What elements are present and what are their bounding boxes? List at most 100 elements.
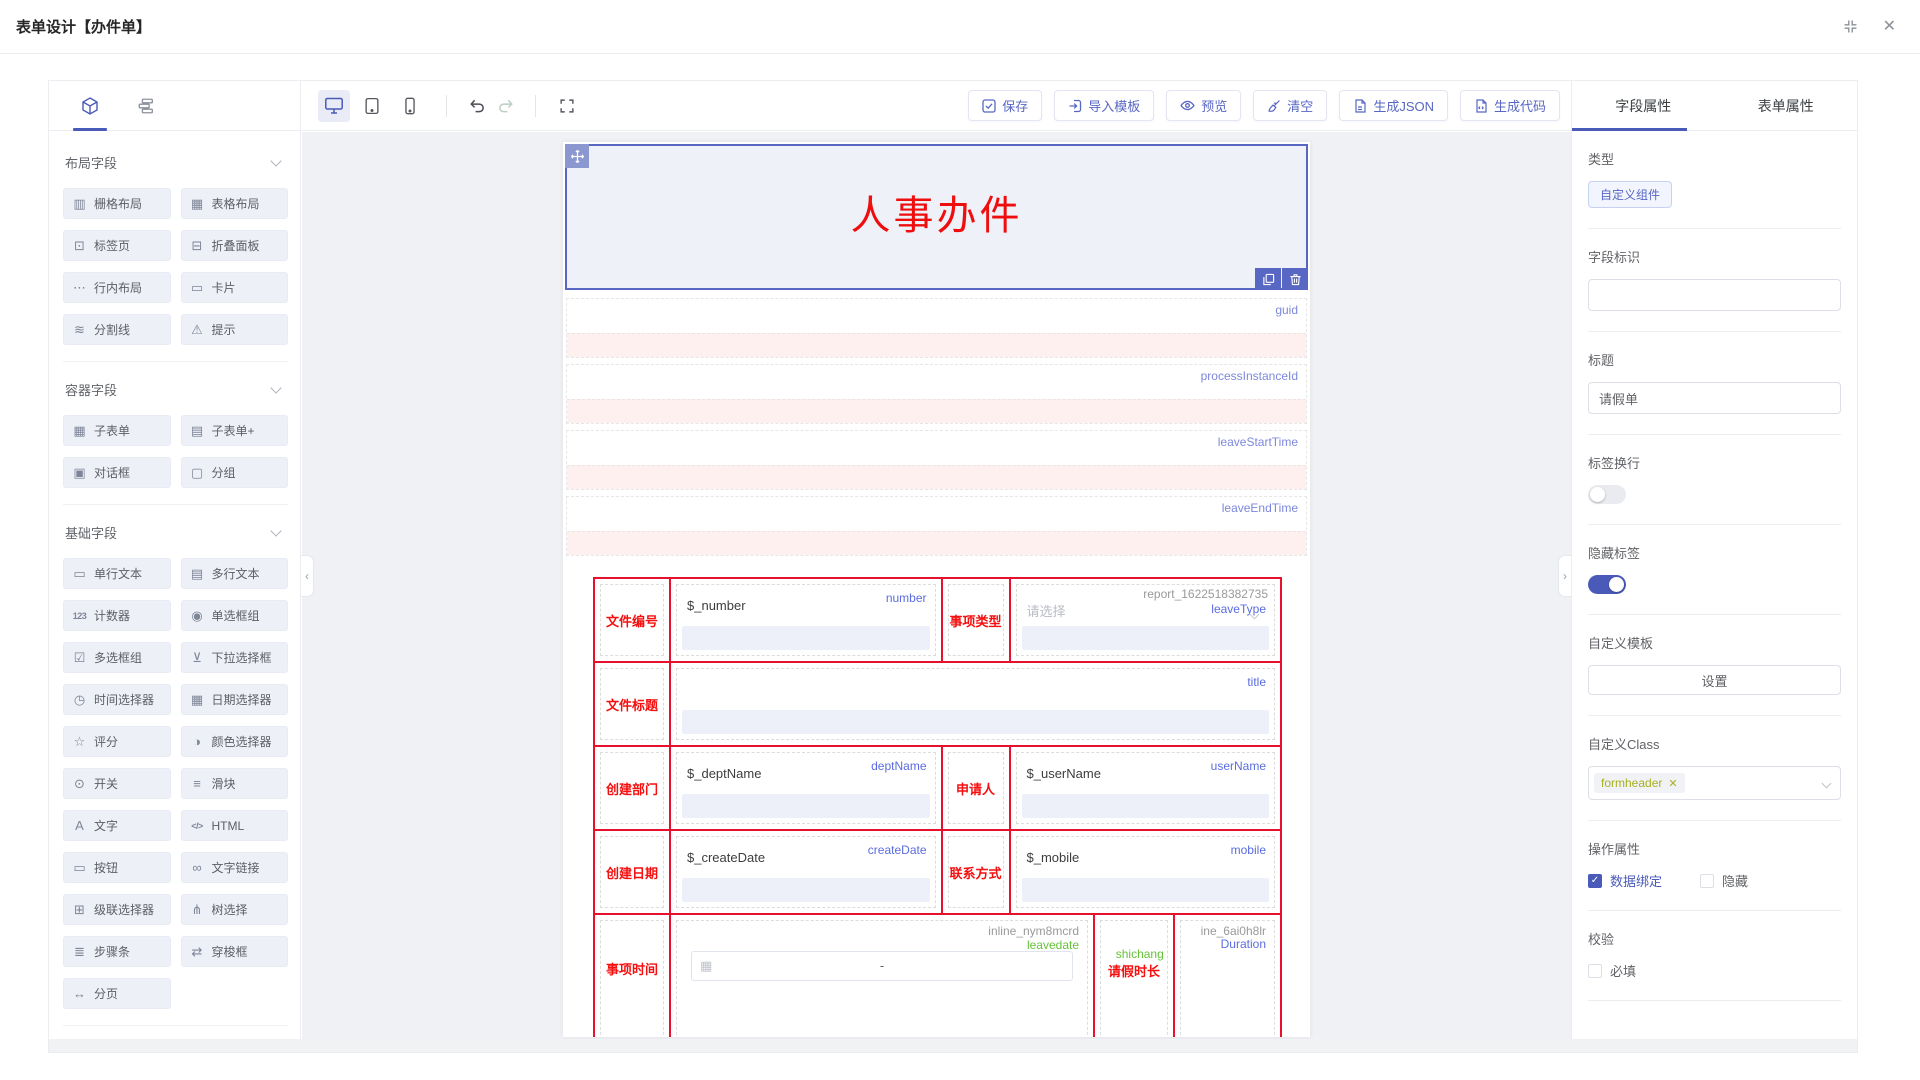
palette-item-dialog[interactable]: ▣对话框 xyxy=(63,457,171,488)
palette-item-alert[interactable]: ⚠提示 xyxy=(181,314,289,345)
fullscreen-button[interactable] xyxy=(552,91,582,121)
close-icon[interactable]: ✕ xyxy=(1883,19,1896,35)
label-cell[interactable]: 创建部门 xyxy=(593,747,671,829)
collapse-left-panel-handle[interactable]: ‹ xyxy=(301,555,314,597)
palette-item-cascader[interactable]: ⊞级联选择器 xyxy=(63,894,171,925)
hidden-field[interactable]: leaveEndTime xyxy=(566,496,1307,556)
hide-label-toggle[interactable] xyxy=(1588,575,1626,594)
checkbox-hidden[interactable]: 隐藏 xyxy=(1700,871,1748,890)
compress-icon[interactable] xyxy=(1842,18,1859,35)
palette-item-slider[interactable]: ≡滑块 xyxy=(181,768,289,799)
field-cell[interactable]: $_number number xyxy=(671,579,943,661)
drag-handle[interactable] xyxy=(565,144,589,168)
palette-tab-components[interactable] xyxy=(79,95,101,117)
label-cell[interactable]: 联系方式 xyxy=(943,831,1011,913)
palette-item-date-picker[interactable]: ▦日期选择器 xyxy=(181,684,289,715)
palette-item-html[interactable]: </>HTML xyxy=(181,810,289,841)
date-range-input[interactable]: ▦ - xyxy=(691,951,1073,981)
hidden-field[interactable]: processInstanceId xyxy=(566,364,1307,424)
generate-code-button[interactable]: 生成代码 xyxy=(1460,90,1560,121)
palette-item-time-picker[interactable]: ◷时间选择器 xyxy=(63,684,171,715)
html-icon: </> xyxy=(190,821,205,831)
palette-tab-outline[interactable] xyxy=(135,95,157,117)
clear-button[interactable]: 清空 xyxy=(1253,90,1327,121)
undo-button[interactable] xyxy=(461,91,491,121)
palette-section-header[interactable]: 高级字段 xyxy=(63,1026,288,1039)
design-canvas[interactable]: 人事办件 xyxy=(302,132,1572,1039)
palette-item-subform[interactable]: ▦子表单 xyxy=(63,415,171,446)
tab-form-properties[interactable]: 表单属性 xyxy=(1715,81,1858,130)
palette-item-tabs[interactable]: ⊡标签页 xyxy=(63,230,171,261)
header-component[interactable]: 人事办件 xyxy=(565,144,1308,290)
palette-item-group[interactable]: ▢分组 xyxy=(181,457,289,488)
palette-item-rating[interactable]: ☆评分 xyxy=(63,726,171,757)
palette-item-tree-select[interactable]: ⋔树选择 xyxy=(181,894,289,925)
palette-item-color-picker[interactable]: ◑颜色选择器 xyxy=(181,726,289,757)
tab-field-properties[interactable]: 字段属性 xyxy=(1572,81,1715,130)
palette-item-button[interactable]: ▭按钮 xyxy=(63,852,171,883)
bottom-scrollbar-strip[interactable] xyxy=(49,1039,1857,1052)
custom-class-select[interactable]: formheader ✕ xyxy=(1588,766,1841,800)
copy-button[interactable] xyxy=(1255,268,1281,290)
delete-button[interactable] xyxy=(1282,268,1308,290)
field-key-input[interactable] xyxy=(1588,279,1841,311)
checkbox-required[interactable]: 必填 xyxy=(1588,961,1636,980)
field-cell[interactable]: $_deptName deptName xyxy=(671,747,943,829)
device-phone-button[interactable] xyxy=(394,90,426,122)
generate-json-button[interactable]: 生成JSON xyxy=(1339,90,1448,121)
save-button[interactable]: 保存 xyxy=(968,90,1042,121)
set-template-button[interactable]: 设置 xyxy=(1588,665,1841,695)
label-wrap-toggle[interactable] xyxy=(1588,485,1626,504)
palette-item-subform-plus[interactable]: ▤子表单+ xyxy=(181,415,289,446)
label-cell[interactable]: 申请人 xyxy=(943,747,1011,829)
palette-item-radio-group[interactable]: ◉单选框组 xyxy=(181,600,289,631)
preview-button[interactable]: 预览 xyxy=(1166,90,1241,121)
palette-item-divider[interactable]: ≋分割线 xyxy=(63,314,171,345)
import-template-button[interactable]: 导入模板 xyxy=(1054,90,1154,121)
palette-section-header[interactable]: 容器字段 xyxy=(63,362,288,415)
field-cell[interactable]: $_mobile mobile xyxy=(1011,831,1283,913)
palette-item-text[interactable]: A文字 xyxy=(63,810,171,841)
device-desktop-button[interactable] xyxy=(318,90,350,122)
palette-item-switch[interactable]: ⊙开关 xyxy=(63,768,171,799)
label-cell[interactable]: 事项时间 xyxy=(593,915,671,1037)
field-cell[interactable]: inline_nym8mcrd leavedate ▦ - xyxy=(671,915,1095,1037)
device-tablet-button[interactable] xyxy=(356,90,388,122)
palette-item-text-link[interactable]: ∞文字链接 xyxy=(181,852,289,883)
palette-item-inline-layout[interactable]: ⋯行内布局 xyxy=(63,272,171,303)
label-cell[interactable]: 文件标题 xyxy=(593,663,671,745)
palette-item-single-line-text[interactable]: ▭单行文本 xyxy=(63,558,171,589)
palette-item-label: 栅格布局 xyxy=(94,195,142,212)
palette-section-header[interactable]: 布局字段 xyxy=(63,135,288,188)
palette-item-collapse-panel[interactable]: ⊟折叠面板 xyxy=(181,230,289,261)
field-cell[interactable]: title xyxy=(671,663,1282,745)
palette-item-counter[interactable]: 123计数器 xyxy=(63,600,171,631)
hidden-field[interactable]: leaveStartTime xyxy=(566,430,1307,490)
palette-section-header[interactable]: 基础字段 xyxy=(63,505,288,558)
label-cell[interactable]: 请假时长 shichang xyxy=(1095,915,1175,1037)
collapse-right-panel-handle[interactable]: › xyxy=(1558,555,1571,597)
expand-icon xyxy=(558,97,576,115)
palette-item-transfer[interactable]: ⇄穿梭框 xyxy=(181,936,289,967)
palette-item-multi-line-text[interactable]: ▤多行文本 xyxy=(181,558,289,589)
palette-item-grid-layout[interactable]: ▥栅格布局 xyxy=(63,188,171,219)
checkbox-data-binding[interactable]: ✓ 数据绑定 xyxy=(1588,871,1662,890)
label-cell[interactable]: 创建日期 xyxy=(593,831,671,913)
brush-icon xyxy=(1267,99,1281,113)
palette-item-pagination[interactable]: ↔分页 xyxy=(63,978,171,1009)
palette-item-checkbox-group[interactable]: ☑多选框组 xyxy=(63,642,171,673)
palette-item-steps[interactable]: ≣步骤条 xyxy=(63,936,171,967)
field-cell[interactable]: ine_6ai0h8lr Duration xyxy=(1175,915,1282,1037)
redo-button[interactable] xyxy=(491,91,521,121)
hidden-field[interactable]: guid xyxy=(566,298,1307,358)
tag-remove-icon[interactable]: ✕ xyxy=(1668,777,1677,790)
title-input[interactable] xyxy=(1588,382,1841,414)
label-cell[interactable]: 文件编号 xyxy=(593,579,671,661)
field-cell[interactable]: $_createDate createDate xyxy=(671,831,943,913)
palette-item-table-layout[interactable]: ▦表格布局 xyxy=(181,188,289,219)
palette-item-card[interactable]: ▭卡片 xyxy=(181,272,289,303)
field-cell[interactable]: report_1622518382735 leaveType 请选择 xyxy=(1011,579,1283,661)
field-cell[interactable]: $_userName userName xyxy=(1011,747,1283,829)
label-cell[interactable]: 事项类型 xyxy=(943,579,1011,661)
palette-item-select[interactable]: ⊻下拉选择框 xyxy=(181,642,289,673)
